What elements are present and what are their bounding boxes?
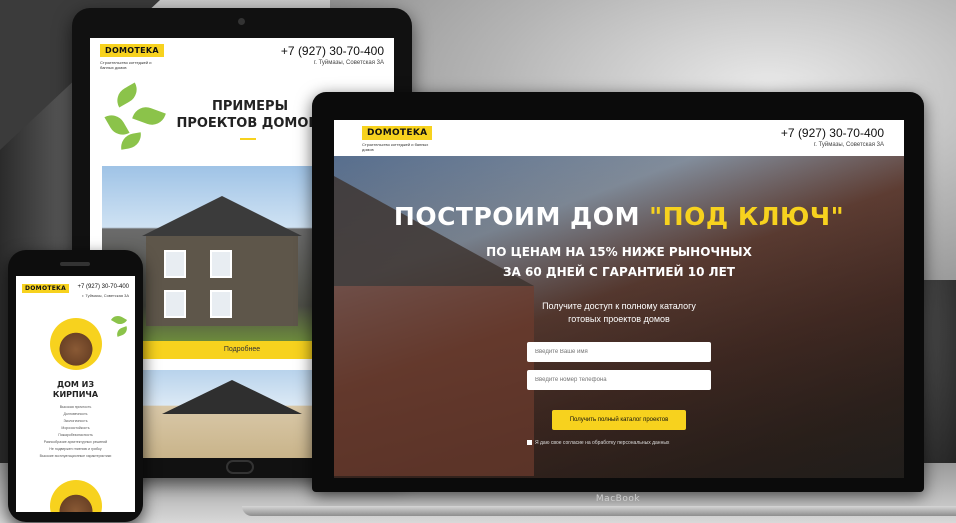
heading-underline xyxy=(240,138,256,140)
feature-item: Не подвержен гниению и грибку xyxy=(49,447,102,451)
phone-logo[interactable]: DOMOTEKA xyxy=(22,284,70,293)
tablet-phone-number[interactable]: +7 (927) 30-70-400 xyxy=(281,44,384,58)
consent-checkbox[interactable] xyxy=(527,440,532,446)
house-window xyxy=(164,290,186,318)
laptop-tagline: Строительство коттеджей и банных домов xyxy=(362,142,429,152)
hero-subtitle-line-2: ЗА 60 ДНЕЙ С ГАРАНТИЕЙ 10 ЛЕТ xyxy=(503,265,735,279)
laptop-base xyxy=(242,506,956,516)
tablet-address: г. Туймазы, Советская 3А xyxy=(313,60,384,66)
house-image-2[interactable] xyxy=(50,480,102,512)
phone-speaker xyxy=(60,262,90,266)
laptop-device: DOMOTEKA Строительство коттеджей и банны… xyxy=(242,92,956,516)
hero-subtitle-line-1: ПО ЦЕНАМ НА 15% НИЖЕ РЫНОЧНЫХ xyxy=(486,245,752,259)
consent-row: Я даю свое согласие на обработку персона… xyxy=(527,440,787,446)
feature-item: Высокая прочность xyxy=(59,405,92,409)
phone-phone-number[interactable]: +7 (927) 30-70-400 xyxy=(77,284,129,290)
leaf-decoration xyxy=(112,82,142,108)
name-input[interactable] xyxy=(527,342,711,362)
phone-screen: DOMOTEKA +7 (927) 30-70-400 г. Туймазы, … xyxy=(16,276,135,512)
consent-label: Я даю свое согласие на обработку персона… xyxy=(535,440,670,446)
feature-item: Высокие эксплуатационные характеристики xyxy=(39,454,112,458)
feature-item: Пожаробезопасность xyxy=(58,433,93,437)
get-catalog-button[interactable]: Получить полный каталог проектов xyxy=(552,410,686,430)
feature-item: Морозостойкость xyxy=(61,426,90,430)
phone-site-header: DOMOTEKA +7 (927) 30-70-400 г. Туймазы, … xyxy=(16,276,135,306)
leaf-decoration xyxy=(115,326,129,337)
house-roof xyxy=(142,196,302,236)
laptop-address: г. Туймазы, Советская 3А xyxy=(813,142,884,148)
phone-title-line-2: КИРПИЧА xyxy=(52,390,99,399)
phone-input[interactable] xyxy=(527,370,711,390)
laptop-screen: DOMOTEKA Строительство коттеджей и банны… xyxy=(334,120,904,478)
brick-house-image[interactable] xyxy=(50,318,102,370)
tablet-camera xyxy=(238,18,245,25)
phone-device: DOMOTEKA +7 (927) 30-70-400 г. Туймазы, … xyxy=(8,250,143,522)
feature-item: Долговечность xyxy=(63,412,88,416)
promo-line-1: Получите доступ к полному каталогу xyxy=(542,301,696,311)
feature-item: Экологичность xyxy=(63,419,88,423)
hero-subtitle: ПО ЦЕНАМ НА 15% НИЖЕ РЫНОЧНЫХ ЗА 60 ДНЕЙ… xyxy=(334,242,904,282)
laptop-site-header: DOMOTEKA Строительство коттеджей и банны… xyxy=(334,120,904,156)
hero-title: ПОСТРОИМ ДОМ "ПОД КЛЮЧ" xyxy=(334,202,904,231)
tablet-tagline: Строительство коттеджей и банных домов xyxy=(100,60,152,70)
leaf-decoration xyxy=(110,313,128,327)
phone-title-line-1: ДОМ ИЗ xyxy=(56,380,95,389)
features-list: Высокая прочность Долговечность Экологич… xyxy=(22,404,129,460)
laptop-brand-label: MacBook xyxy=(595,494,641,504)
promo-line-2: готовых проектов домов xyxy=(568,314,670,324)
laptop-phone-number[interactable]: +7 (927) 30-70-400 xyxy=(781,126,884,140)
feature-item: Разнообразие архитектурных решений xyxy=(43,440,108,444)
hero-section: ПОСТРОИМ ДОМ "ПОД КЛЮЧ" ПО ЦЕНАМ НА 15% … xyxy=(334,156,904,478)
house-window xyxy=(210,250,232,278)
phone-address: г. Туймазы, Советская 3А xyxy=(82,293,129,298)
house-window xyxy=(164,250,186,278)
tablet-home-button[interactable] xyxy=(226,460,254,474)
house-roof xyxy=(162,380,302,414)
phone-title: ДОМ ИЗ КИРПИЧА xyxy=(16,380,135,400)
tablet-site-header: DOMOTEKA Строительство коттеджей и банны… xyxy=(90,38,394,82)
promo-text: Получите доступ к полному каталогу готов… xyxy=(334,300,904,326)
hero-title-main: ПОСТРОИМ ДОМ xyxy=(393,202,650,231)
hero-title-accent: "ПОД КЛЮЧ" xyxy=(649,202,845,231)
laptop-lid: DOMOTEKA Строительство коттеджей и банны… xyxy=(312,92,924,492)
house-window xyxy=(210,290,232,318)
laptop-logo[interactable]: DOMOTEKA xyxy=(362,126,433,140)
tablet-logo[interactable]: DOMOTEKA xyxy=(100,44,164,57)
